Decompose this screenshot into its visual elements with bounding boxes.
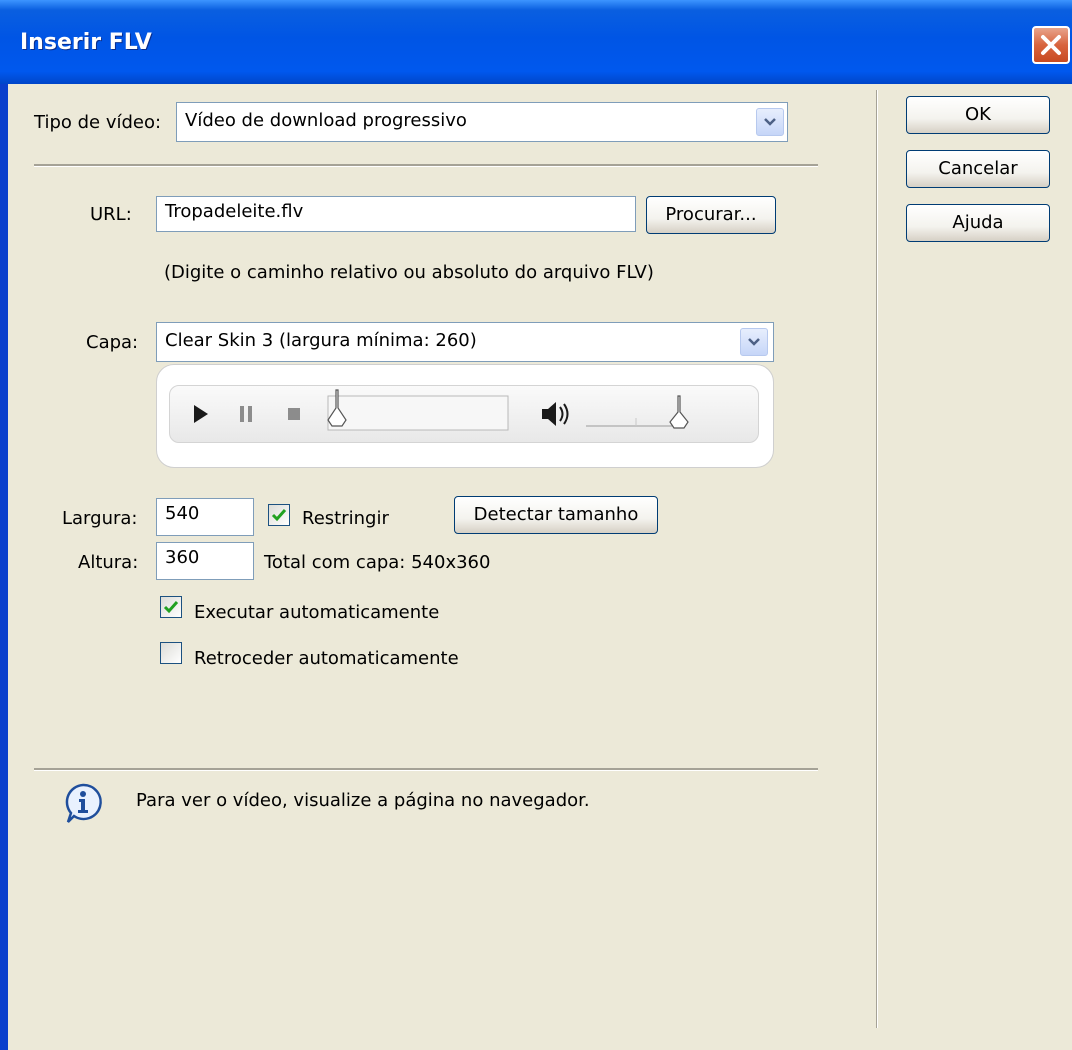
dropdown-arrow-icon <box>748 338 760 346</box>
url-label: URL: <box>90 204 132 225</box>
height-input[interactable]: 360 <box>156 542 254 580</box>
total-with-skin: Total com capa: 540x360 <box>264 552 491 573</box>
close-button[interactable] <box>1032 26 1070 64</box>
video-type-dropdown-button[interactable] <box>756 108 784 136</box>
constrain-label: Restringir <box>302 508 389 529</box>
width-value: 540 <box>165 503 200 524</box>
close-icon <box>1041 35 1061 55</box>
video-type-value: Vídeo de download progressivo <box>185 110 467 131</box>
top-separator <box>34 164 818 167</box>
help-button[interactable]: Ajuda <box>906 204 1050 242</box>
skin-preview-controls <box>169 385 759 443</box>
width-input[interactable]: 540 <box>156 498 254 536</box>
play-icon <box>194 405 208 423</box>
url-value: Tropadeleite.flv <box>165 201 304 222</box>
dropdown-arrow-icon <box>764 118 776 126</box>
skin-preview <box>156 364 774 468</box>
autoplay-checkbox[interactable] <box>160 596 182 618</box>
vertical-separator <box>876 90 878 1028</box>
browse-button[interactable]: Procurar... <box>646 196 776 234</box>
autoplay-label: Executar automaticamente <box>194 602 440 623</box>
volume-slider <box>586 395 689 429</box>
width-label: Largura: <box>62 508 138 529</box>
info-icon <box>65 783 102 823</box>
window-title: Inserir FLV <box>20 30 152 55</box>
title-bar[interactable]: Inserir FLV <box>0 0 1072 84</box>
height-value: 360 <box>165 547 200 568</box>
skin-preview-graphic <box>194 389 689 431</box>
skin-select[interactable]: Clear Skin 3 (largura mínima: 260) <box>156 322 774 362</box>
url-hint: (Digite o caminho relativo ou absoluto d… <box>164 262 654 283</box>
bottom-separator <box>34 768 818 771</box>
skin-dropdown-button[interactable] <box>740 328 768 356</box>
url-input[interactable]: Tropadeleite.flv <box>156 196 636 232</box>
stop-icon <box>288 408 300 420</box>
info-message: Para ver o vídeo, visualize a página no … <box>136 790 590 811</box>
window-frame-left <box>0 84 8 1050</box>
height-label: Altura: <box>78 552 139 573</box>
constrain-checkbox[interactable] <box>268 504 290 526</box>
ok-button[interactable]: OK <box>906 96 1050 134</box>
autorewind-label: Retroceder automaticamente <box>194 648 459 669</box>
skin-value: Clear Skin 3 (largura mínima: 260) <box>165 330 477 351</box>
cancel-button[interactable]: Cancelar <box>906 150 1050 188</box>
volume-icon <box>542 402 569 426</box>
detect-size-button[interactable]: Detectar tamanho <box>454 496 658 534</box>
checkmark-icon <box>163 601 179 614</box>
pause-icon <box>240 406 252 422</box>
skin-label: Capa: <box>86 332 139 353</box>
dialog-window: Inserir FLV Tipo de vídeo: Vídeo de down… <box>0 0 1072 1050</box>
autorewind-checkbox[interactable] <box>160 642 182 664</box>
video-type-label: Tipo de vídeo: <box>34 112 162 133</box>
checkmark-icon <box>271 509 287 522</box>
seek-bar <box>327 389 509 431</box>
video-type-select[interactable]: Vídeo de download progressivo <box>176 102 788 142</box>
